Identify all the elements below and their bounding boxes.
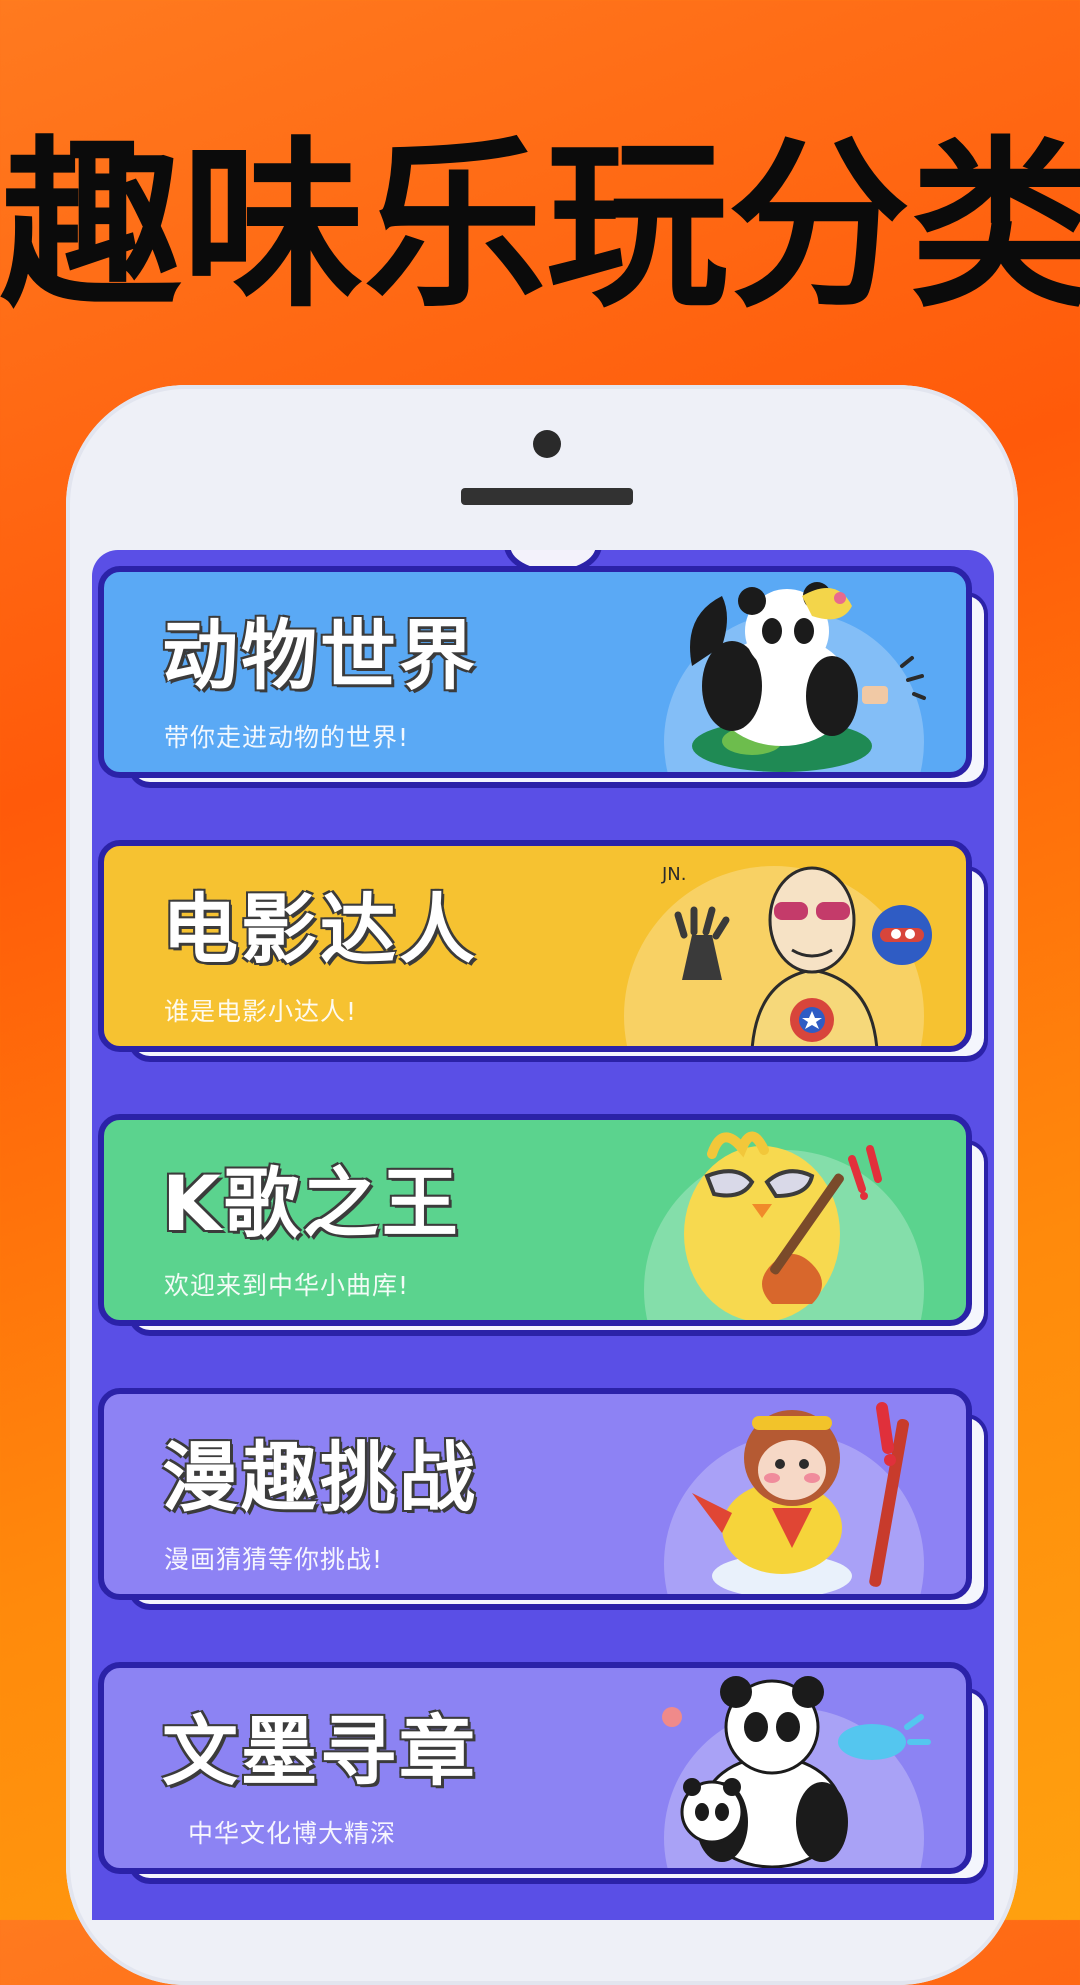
- category-comic-challenge[interactable]: 漫趣挑战 漫画猜猜等你挑战!: [98, 1388, 988, 1614]
- earpiece-speaker: [461, 488, 633, 505]
- svg-text:JN.: JN.: [661, 864, 687, 885]
- category-title: 文墨寻章: [162, 1707, 478, 1796]
- category-title: K歌之王: [162, 1159, 461, 1248]
- category-card[interactable]: 文墨寻章 中华文化博大精深: [98, 1662, 972, 1874]
- monkey-king-icon: [692, 1402, 910, 1594]
- guitar-chick-icon: [684, 1131, 882, 1320]
- phone-screen: 动物世界 带你走进动物的世界! 电影达人 谁是电影小达人! JN. K歌之王 欢…: [92, 550, 994, 1920]
- panda-pair-icon: [662, 1676, 931, 1868]
- category-subtitle: 中华文化博大精深: [188, 1819, 397, 1848]
- category-title: 漫趣挑战: [162, 1433, 478, 1522]
- movie-fan-icon: JN.: [661, 864, 932, 1046]
- category-title: 电影达人: [162, 885, 478, 974]
- category-title: 动物世界: [162, 611, 478, 700]
- front-camera-icon: [533, 430, 561, 458]
- category-subtitle: 漫画猜猜等你挑战!: [164, 1545, 384, 1574]
- category-subtitle: 带你走进动物的世界!: [164, 723, 410, 752]
- category-literary-search[interactable]: 文墨寻章 中华文化博大精深: [98, 1662, 988, 1888]
- headline: 趣味乐玩分类: [0, 120, 1080, 332]
- panda-icon: [690, 582, 926, 772]
- category-movie-expert[interactable]: 电影达人 谁是电影小达人! JN.: [98, 840, 988, 1066]
- category-card[interactable]: 动物世界 带你走进动物的世界!: [98, 566, 972, 778]
- category-animal-world[interactable]: 动物世界 带你走进动物的世界!: [98, 566, 988, 792]
- category-card[interactable]: K歌之王 欢迎来到中华小曲库!: [98, 1114, 972, 1326]
- category-card[interactable]: 电影达人 谁是电影小达人! JN.: [98, 840, 972, 1052]
- category-subtitle: 谁是电影小达人!: [164, 997, 358, 1026]
- category-k-song-king[interactable]: K歌之王 欢迎来到中华小曲库!: [98, 1114, 988, 1340]
- category-card[interactable]: 漫趣挑战 漫画猜猜等你挑战!: [98, 1388, 972, 1600]
- category-subtitle: 欢迎来到中华小曲库!: [164, 1271, 410, 1300]
